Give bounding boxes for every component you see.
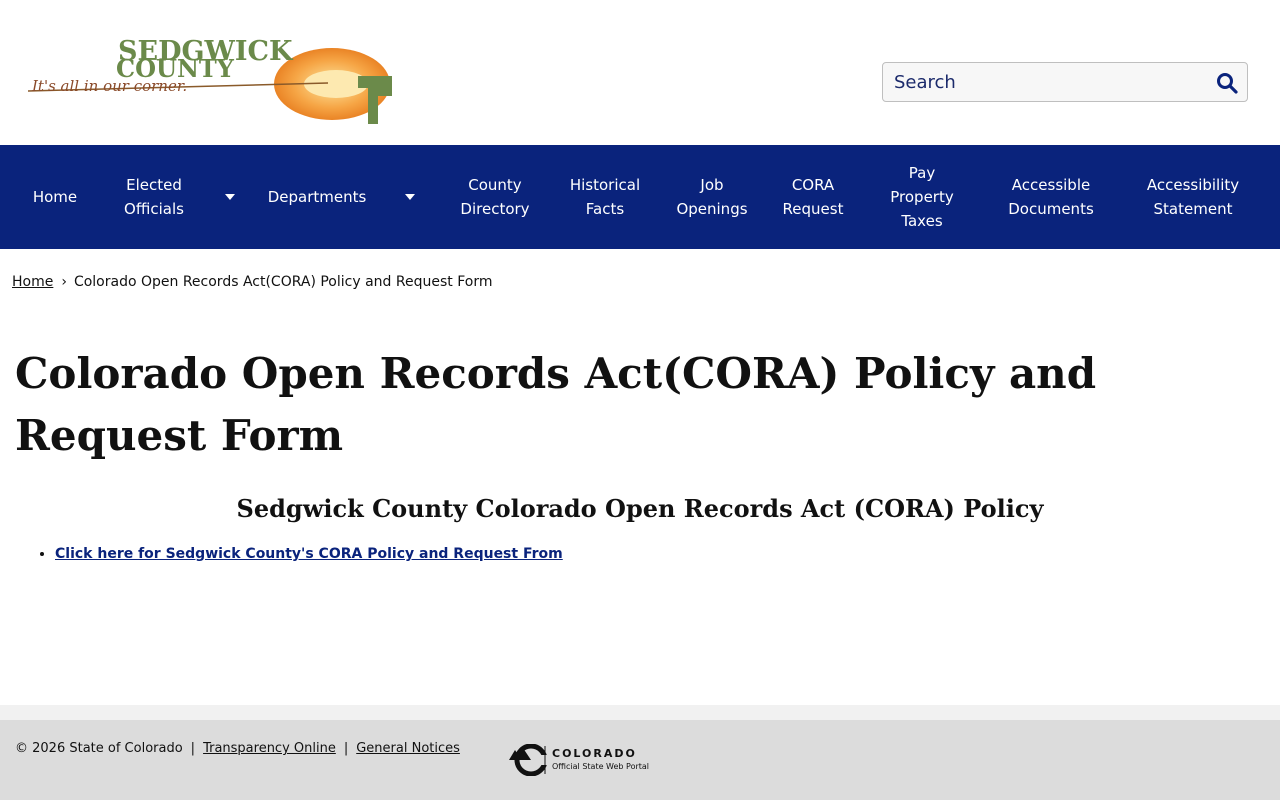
policy-link-list: Click here for Sedgwick County's CORA Po… bbox=[15, 543, 563, 565]
footer-separator: | bbox=[190, 741, 196, 756]
site-header: SEDGWICK COUNTY It's all in our corner. bbox=[0, 0, 1280, 145]
search-input[interactable] bbox=[883, 63, 1214, 101]
nav-item-label: Pay Property Taxes bbox=[890, 164, 954, 230]
nav-item-county-directory[interactable]: County Directory bbox=[450, 145, 540, 249]
page-title: Colorado Open Records Act(CORA) Policy a… bbox=[15, 349, 1097, 460]
breadcrumb-separator: › bbox=[61, 274, 67, 290]
colorado-logo-subtitle: Official State Web Portal bbox=[552, 762, 650, 771]
nav-item-job-openings[interactable]: Job Openings bbox=[670, 145, 754, 249]
breadcrumb-current: Colorado Open Records Act(CORA) Policy a… bbox=[73, 274, 493, 290]
breadcrumb-home-link[interactable]: Home bbox=[12, 274, 53, 290]
colorado-c-icon bbox=[509, 743, 548, 777]
footer-divider bbox=[0, 705, 1280, 720]
colorado-portal-logo[interactable]: COLORADO Official State Web Portal bbox=[505, 743, 649, 777]
nav-item-cora-request[interactable]: CORA Request bbox=[774, 145, 852, 249]
breadcrumb: Home › Colorado Open Records Act(CORA) Pol… bbox=[12, 274, 492, 290]
nav-item-home[interactable]: Home bbox=[20, 145, 90, 249]
nav-item-accessibility-statement[interactable]: Accessibility Statement bbox=[1136, 145, 1250, 249]
nav-item-label: Accessibility Statement bbox=[1146, 176, 1240, 218]
nav-item-accessible-documents[interactable]: Accessible Documents bbox=[996, 145, 1106, 249]
search-box bbox=[882, 62, 1248, 102]
footer-copyright: © 2026 State of Colorado bbox=[15, 741, 183, 756]
colorado-logo-name: COLORADO bbox=[552, 747, 637, 760]
sedgwick-county-logo-graphic: SEDGWICK COUNTY It's all in our corner. bbox=[28, 36, 392, 124]
nav-item-label: Accessible Documents bbox=[1008, 176, 1094, 218]
logo-tagline: It's all in our corner. bbox=[31, 77, 187, 95]
chevron-down-icon[interactable] bbox=[402, 145, 418, 249]
search-icon[interactable] bbox=[1215, 71, 1239, 95]
nav-item-label: Home bbox=[32, 188, 78, 206]
cora-policy-link[interactable]: Click here for Sedgwick County's CORA Po… bbox=[55, 546, 563, 562]
transparency-online-link[interactable]: Transparency Online bbox=[203, 741, 336, 756]
nav-item-label: County Directory bbox=[460, 176, 530, 218]
footer-separator: | bbox=[343, 741, 349, 756]
general-notices-link[interactable]: General Notices bbox=[356, 741, 460, 756]
section-heading: Sedgwick County Colorado Open Records Ac… bbox=[236, 494, 1044, 523]
list-item: Click here for Sedgwick County's CORA Po… bbox=[55, 543, 563, 565]
sedgwick-county-logo[interactable]: SEDGWICK COUNTY It's all in our corner. bbox=[28, 36, 400, 128]
footer-links: © 2026 State of Colorado | Transparency On… bbox=[15, 741, 460, 756]
nav-item-elected-officials[interactable]: Elected Officials bbox=[108, 145, 200, 249]
nav-item-pay-property-taxes[interactable]: Pay Property Taxes bbox=[878, 145, 966, 249]
nav-item-label: Job Openings bbox=[676, 176, 748, 218]
main-nav: Home Elected Officials Departments County… bbox=[0, 145, 1280, 249]
nav-item-historical-facts[interactable]: Historical Facts bbox=[560, 145, 650, 249]
site-footer: © 2026 State of Colorado | Transparency On… bbox=[0, 720, 1280, 800]
nav-item-label: Elected Officials bbox=[124, 176, 184, 218]
nav-item-label: Departments bbox=[267, 188, 367, 206]
nav-item-label: Historical Facts bbox=[569, 176, 641, 218]
chevron-down-icon[interactable] bbox=[222, 145, 238, 249]
nav-item-label: CORA Request bbox=[782, 176, 844, 218]
nav-item-departments[interactable]: Departments bbox=[262, 145, 372, 249]
